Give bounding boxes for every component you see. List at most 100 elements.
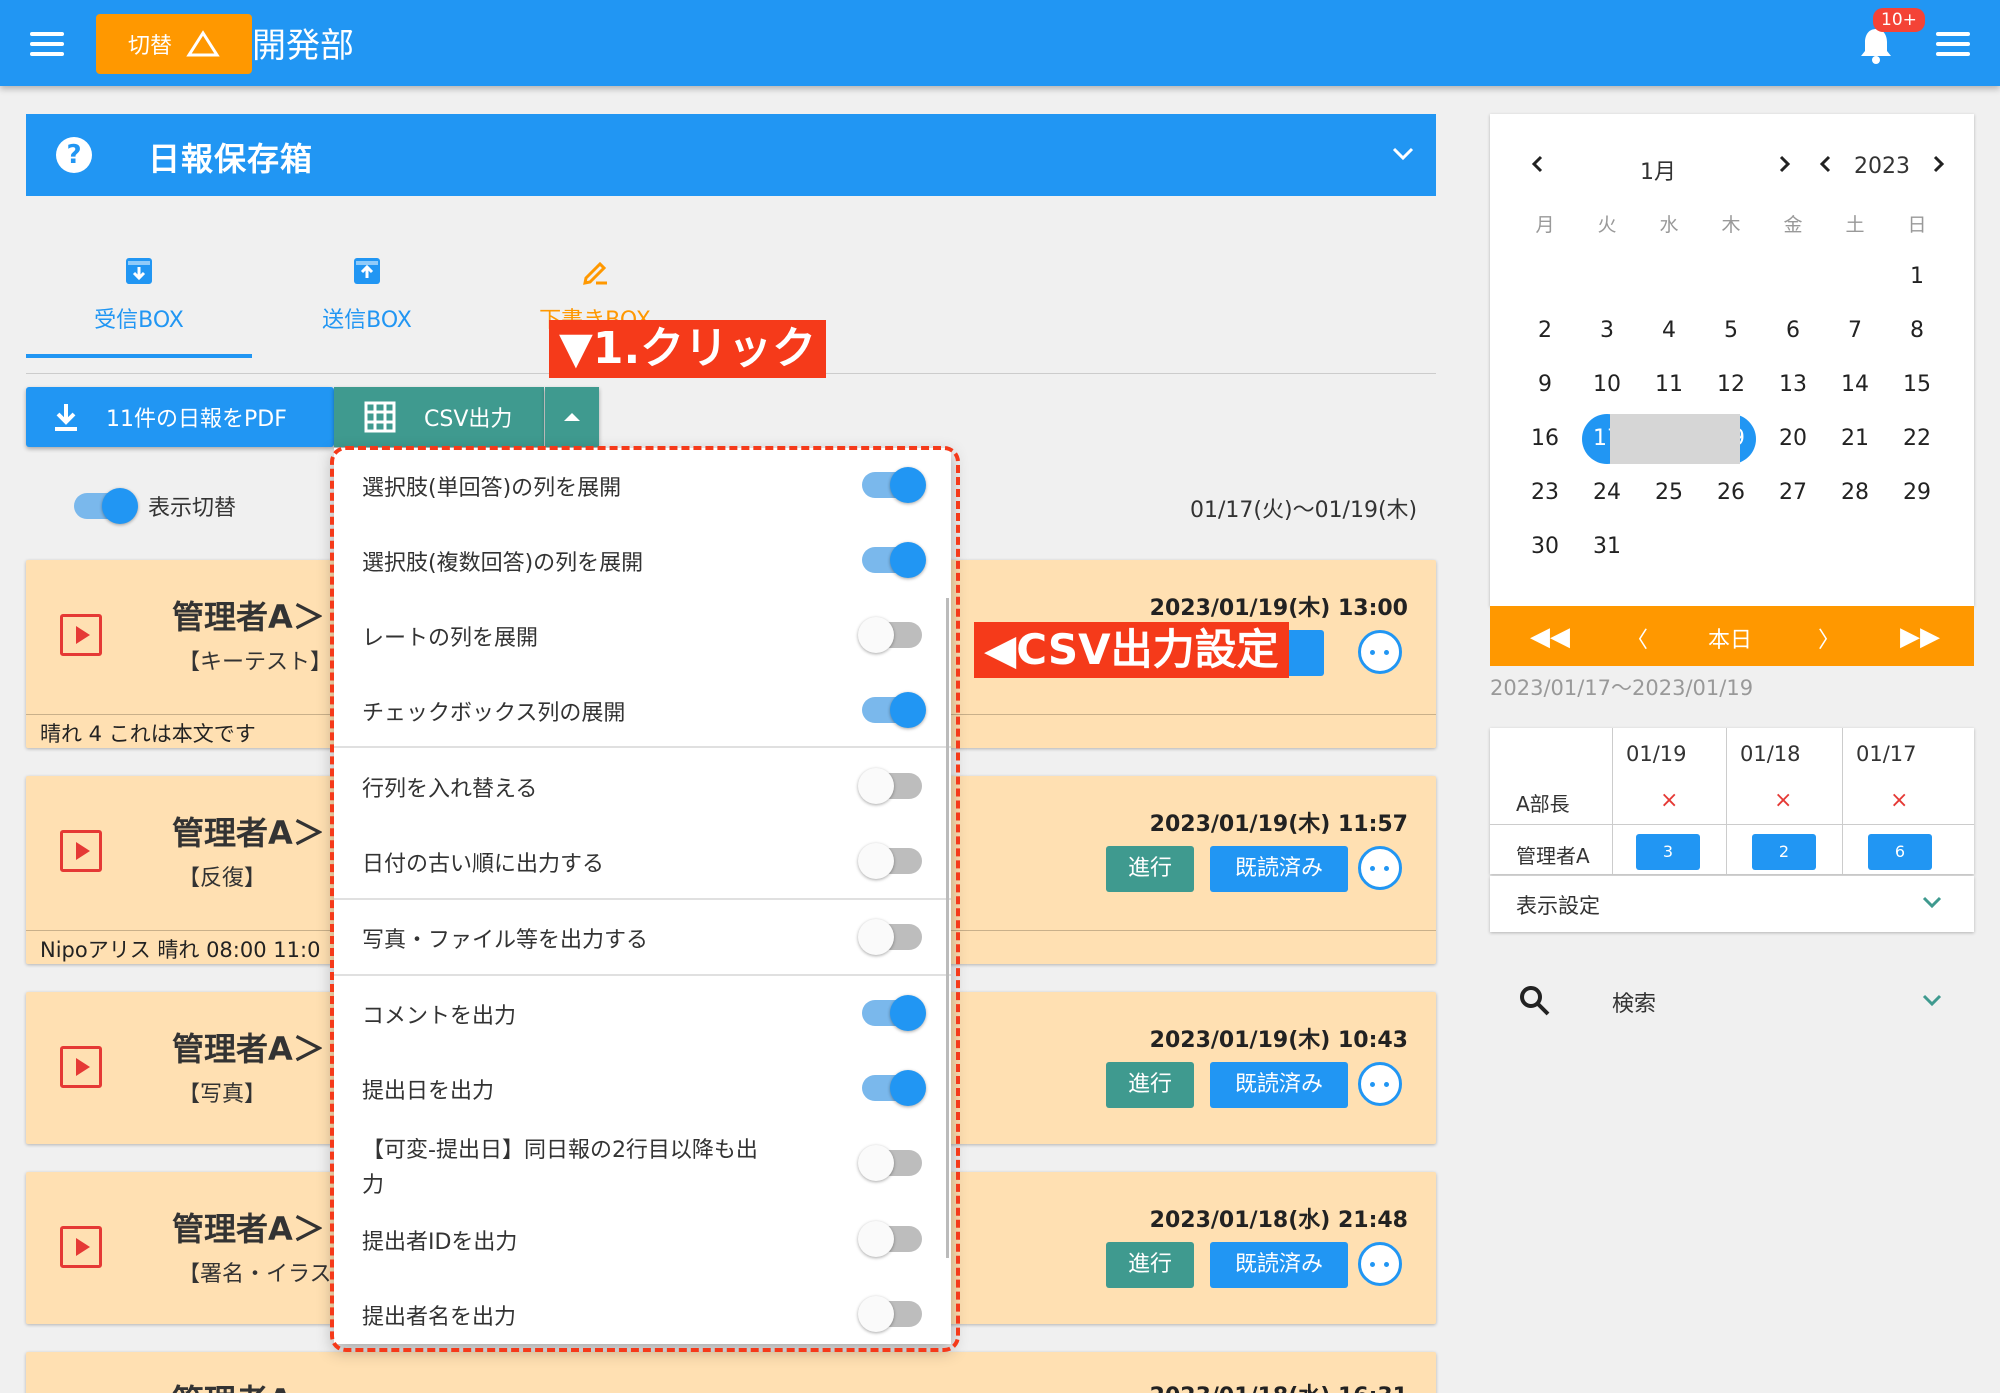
- avatar: [1358, 1062, 1402, 1106]
- calendar-day[interactable]: 26: [1706, 480, 1756, 505]
- calendar-day[interactable]: 15: [1892, 372, 1942, 397]
- annotation-csv-settings-label: ◀CSV出力設定: [974, 622, 1289, 678]
- calendar-day[interactable]: 23: [1520, 480, 1570, 505]
- next-icon[interactable]: 〉: [1818, 622, 1840, 654]
- pencil-icon: [583, 261, 607, 285]
- calendar-day[interactable]: 16: [1520, 426, 1570, 451]
- calendar-day[interactable]: 7: [1830, 318, 1880, 343]
- menu-icon[interactable]: [30, 32, 64, 56]
- calendar-day[interactable]: 20: [1768, 426, 1818, 451]
- chevron-down-icon[interactable]: [1390, 144, 1416, 164]
- chevron-down-icon: [1922, 994, 1942, 1007]
- avatar: [1358, 1242, 1402, 1286]
- report-count-chip[interactable]: 3: [1636, 834, 1700, 870]
- calendar-day[interactable]: 28: [1830, 480, 1880, 505]
- annotation-click-label: ▼1.クリック: [549, 320, 827, 378]
- weekday-header: 日: [1907, 214, 1927, 236]
- table-divider: [1490, 824, 1974, 825]
- report-body: 晴れ 4 これは本文です: [40, 722, 256, 746]
- calendar-day[interactable]: 8: [1892, 318, 1942, 343]
- download-icon: [55, 404, 77, 431]
- calendar-day[interactable]: 21: [1830, 426, 1880, 451]
- report-date: 2023/01/18(水) 16:31: [1150, 1378, 1408, 1393]
- play-icon[interactable]: [60, 614, 102, 656]
- top-app-bar: 切替 開発部 10+: [0, 0, 2000, 86]
- prev-icon[interactable]: 〈: [1626, 622, 1648, 654]
- tab-inbox-label: 受信BOX: [94, 308, 184, 333]
- report-subtitle: 【写真】: [178, 1082, 267, 1107]
- calendar-day[interactable]: 6: [1768, 318, 1818, 343]
- calendar-day[interactable]: 24: [1582, 480, 1632, 505]
- csv-export-label: CSV出力: [424, 407, 513, 432]
- tab-outbox[interactable]: 送信BOX: [254, 256, 480, 334]
- calendar-day[interactable]: 31: [1582, 534, 1632, 559]
- table-row-name: A部長: [1516, 792, 1570, 816]
- calendar-day[interactable]: 22: [1892, 426, 1942, 451]
- report-title: 管理者A＞: [172, 1030, 325, 1068]
- csv-export-button[interactable]: CSV出力: [334, 387, 544, 447]
- report-subtitle: 【反復】: [178, 866, 267, 891]
- calendar-day[interactable]: 30: [1520, 534, 1570, 559]
- not-submitted-mark: ×: [1890, 788, 1909, 813]
- today-button[interactable]: 本日: [1708, 622, 1752, 654]
- report-count-chip[interactable]: 2: [1752, 834, 1816, 870]
- read-status-chip[interactable]: 既読済み: [1210, 1062, 1348, 1108]
- calendar-day[interactable]: 29: [1892, 480, 1942, 505]
- outbox-icon: [354, 258, 380, 284]
- weekday-header: 木: [1721, 214, 1741, 236]
- progress-chip[interactable]: 進行: [1106, 1242, 1194, 1288]
- calendar-range-text: 2023/01/17〜2023/01/19: [1490, 676, 1754, 700]
- page-title: 日報保存箱: [148, 140, 314, 178]
- calendar-day[interactable]: 4: [1644, 318, 1694, 343]
- calendar-day[interactable]: 9: [1520, 372, 1570, 397]
- not-submitted-mark: ×: [1660, 788, 1679, 813]
- calendar-day[interactable]: 2: [1520, 318, 1570, 343]
- help-icon[interactable]: ?: [56, 137, 92, 173]
- report-body: Nipoアリス 晴れ 08:00 11:0: [40, 938, 321, 962]
- triangle-icon: [186, 30, 220, 57]
- play-icon[interactable]: [60, 1226, 102, 1268]
- weekday-header: 金: [1783, 214, 1803, 236]
- display-toggle[interactable]: [74, 488, 138, 524]
- table-divider: [1612, 728, 1613, 874]
- avatar: [1358, 630, 1402, 674]
- fast-forward-icon[interactable]: ▶▶: [1900, 622, 1940, 652]
- report-title: 管理者A＞: [172, 1210, 325, 1248]
- calendar-day[interactable]: 14: [1830, 372, 1880, 397]
- calendar-day[interactable]: 10: [1582, 372, 1632, 397]
- calendar-day[interactable]: 27: [1768, 480, 1818, 505]
- play-icon[interactable]: [60, 830, 102, 872]
- tab-inbox[interactable]: 受信BOX: [26, 256, 252, 334]
- read-status-chip[interactable]: 既読済み: [1210, 846, 1348, 892]
- read-status-chip[interactable]: 既読済み: [1210, 1242, 1348, 1288]
- search-icon: [1520, 986, 1550, 1016]
- fast-rewind-icon[interactable]: ◀◀: [1530, 622, 1570, 652]
- calendar-day[interactable]: 12: [1706, 372, 1756, 397]
- calendar-day[interactable]: 11: [1644, 372, 1694, 397]
- display-settings-label: 表示設定: [1516, 894, 1600, 918]
- calendar-day[interactable]: 1: [1892, 264, 1942, 289]
- table-row-name: 管理者A: [1516, 844, 1590, 868]
- page-header[interactable]: ? 日報保存箱: [26, 114, 1436, 196]
- report-title: 管理者A: [172, 1376, 293, 1393]
- report-count-chip[interactable]: 6: [1868, 834, 1932, 870]
- calendar-day[interactable]: 5: [1706, 318, 1756, 343]
- progress-chip[interactable]: 進行: [1106, 846, 1194, 892]
- search-panel[interactable]: 検索: [1490, 972, 1974, 1032]
- inbox-icon: [126, 258, 152, 284]
- report-subtitle: 【署名・イラス: [178, 1262, 332, 1287]
- display-settings-panel[interactable]: 表示設定: [1490, 876, 1974, 932]
- pdf-export-button[interactable]: 11件の日報をPDF: [26, 387, 334, 447]
- table-date-header: 01/19: [1626, 742, 1687, 766]
- calendar-day[interactable]: 25: [1644, 480, 1694, 505]
- report-card[interactable]: 管理者A 2023/01/18(水) 16:31: [26, 1352, 1436, 1393]
- calendar-day[interactable]: 3: [1582, 318, 1632, 343]
- report-title: 管理者A＞: [172, 814, 325, 852]
- chevron-down-icon: [1922, 896, 1942, 909]
- calendar-day[interactable]: 13: [1768, 372, 1818, 397]
- play-icon[interactable]: [60, 1046, 102, 1088]
- progress-chip[interactable]: 進行: [1106, 1062, 1194, 1108]
- switch-button[interactable]: 切替: [96, 14, 252, 74]
- csv-options-toggle[interactable]: [545, 387, 599, 447]
- menu-right-icon[interactable]: [1936, 32, 1970, 56]
